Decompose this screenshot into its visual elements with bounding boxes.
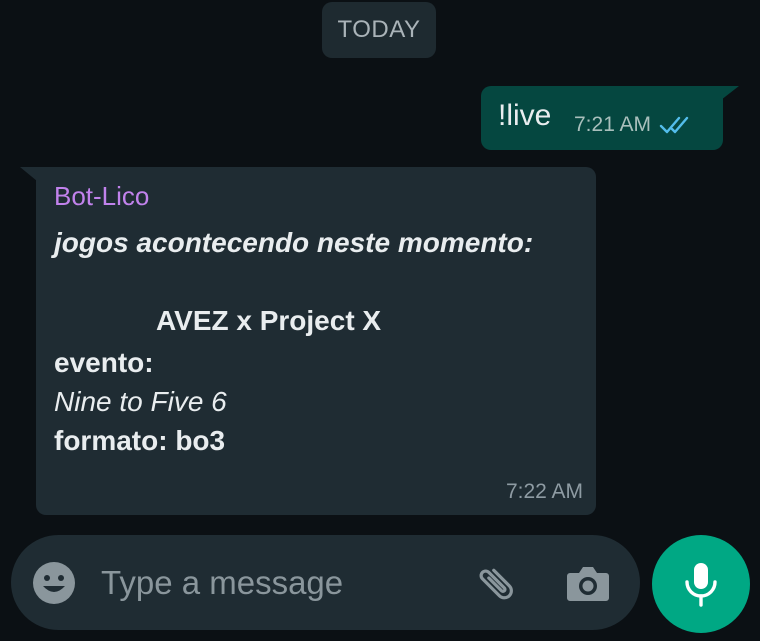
outgoing-message-time: 7:21 AM [574,113,652,136]
outgoing-message-meta: 7:21 AM [574,113,693,137]
outgoing-message-text: !live [498,99,552,132]
message-format: formato: bo3 [54,425,226,456]
message-event-label: evento: [54,347,154,378]
outgoing-bubble-tail [721,86,739,100]
outgoing-message[interactable]: !live 7:21 AM [481,86,723,150]
date-divider: TODAY [322,2,436,58]
double-check-read-icon [659,116,689,134]
voice-record-button[interactable] [652,535,750,633]
incoming-message[interactable]: Bot-Lico jogos acontecendo neste momento… [36,167,596,515]
incoming-bubble-tail [20,167,37,181]
sender-name[interactable]: Bot-Lico [54,181,149,212]
message-event-value: Nine to Five 6 [54,386,227,417]
incoming-message-time: 7:22 AM [505,480,583,503]
camera-icon[interactable] [565,560,611,606]
message-input[interactable] [101,557,461,609]
paperclip-icon[interactable] [472,557,524,609]
message-match: AVEZ x Project X [156,305,382,336]
emoji-icon[interactable] [32,561,76,605]
message-heading: jogos acontecendo neste momento: [54,227,534,258]
microphone-icon [685,563,717,607]
message-composer [11,535,640,630]
